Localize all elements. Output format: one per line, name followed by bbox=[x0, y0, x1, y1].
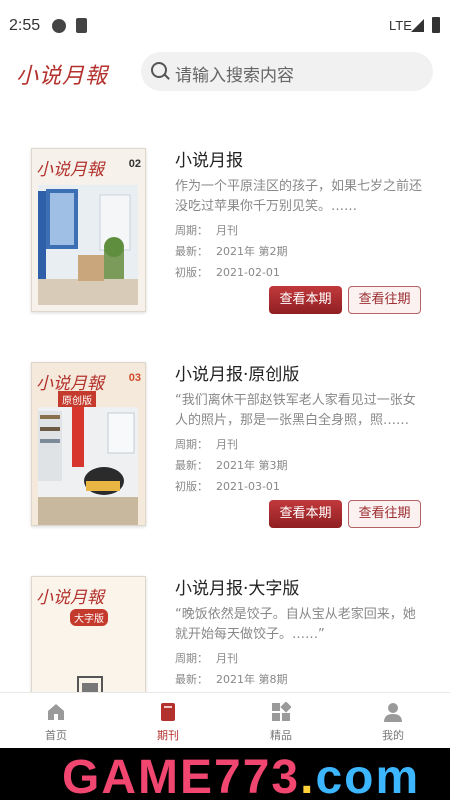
view-past-issues-button[interactable]: 查看往期 bbox=[348, 500, 421, 528]
bottom-tab-bar: 首页 期刊 精品 我的 bbox=[0, 692, 450, 749]
tab-label: 首页 bbox=[45, 729, 67, 742]
tab-label: 期刊 bbox=[157, 729, 179, 742]
magazine-card[interactable]: 小说月報 大字版 小说月报·大字版 “晚饭依然是饺子。自从宝从老家回来，她就开始… bbox=[0, 558, 450, 692]
magazine-list[interactable]: 小说月報 02 小说月报 作为一个平原洼区的孩子，如果七岁之前还没吃过苹果你千万… bbox=[0, 130, 450, 692]
magazine-title[interactable]: 小说月报·原创版 bbox=[175, 360, 299, 385]
tab-home[interactable]: 首页 bbox=[0, 693, 112, 749]
tab-journals[interactable]: 期刊 bbox=[112, 693, 224, 749]
network-type: LTE bbox=[389, 18, 412, 33]
search-bar[interactable]: 请输入搜索内容 bbox=[141, 52, 433, 91]
meta-period: 周期： 月刊 bbox=[175, 224, 238, 237]
magazine-card[interactable]: 小说月報 03 原创版 小说月报·原创版 “我们离休干部赵铁军老人家看见过一张女… bbox=[0, 344, 450, 544]
book-icon bbox=[161, 703, 175, 721]
meta-period: 周期： 月刊 bbox=[175, 652, 238, 665]
tab-label: 精品 bbox=[270, 729, 292, 742]
magazine-cover[interactable]: 小说月報 03 原创版 bbox=[31, 362, 146, 526]
magazine-card[interactable]: 小说月報 02 小说月报 作为一个平原洼区的孩子，如果七岁之前还没吃过苹果你千万… bbox=[0, 130, 450, 330]
cover-illustration bbox=[38, 185, 138, 305]
magazine-excerpt: 作为一个平原洼区的孩子，如果七岁之前还没吃过苹果你千万别见笑。…… bbox=[175, 179, 423, 214]
magazine-excerpt: “晚饭依然是饺子。自从宝从老家回来，她就开始每天做饺子。……” bbox=[175, 607, 416, 642]
sd-card-icon bbox=[76, 18, 87, 33]
cover-title: 小说月報 bbox=[36, 588, 104, 608]
search-input[interactable]: 请输入搜索内容 bbox=[175, 61, 294, 86]
tab-label: 我的 bbox=[382, 729, 404, 742]
cover-illustration bbox=[38, 407, 138, 525]
cover-title: 小说月報 bbox=[36, 160, 104, 180]
status-time: 2:55 bbox=[9, 17, 41, 34]
cover-subtitle: 大字版 bbox=[70, 609, 108, 626]
battery-icon bbox=[432, 17, 440, 33]
tab-mine[interactable]: 我的 bbox=[337, 693, 449, 749]
search-icon bbox=[151, 62, 167, 78]
app-logo: 小说月報 bbox=[16, 64, 109, 89]
status-bar: 2:55 LTE bbox=[0, 0, 450, 52]
view-past-issues-button[interactable]: 查看往期 bbox=[348, 286, 421, 314]
cover-issue: 02 bbox=[128, 158, 141, 170]
watermark-banner: GAME773.com bbox=[0, 748, 450, 800]
signal-icon bbox=[411, 19, 424, 32]
meta-latest: 最新： 2021年 第3期 bbox=[175, 459, 288, 472]
app-notification-icon bbox=[52, 19, 66, 33]
tab-featured[interactable]: 精品 bbox=[225, 693, 337, 749]
meta-latest: 最新： 2021年 第8期 bbox=[175, 673, 288, 686]
user-icon bbox=[384, 703, 402, 722]
view-current-issue-button[interactable]: 查看本期 bbox=[269, 500, 342, 528]
meta-first: 初版： 2021-02-01 bbox=[175, 266, 280, 279]
meta-first: 初版： 2021-03-01 bbox=[175, 480, 280, 493]
magazine-title[interactable]: 小说月报·大字版 bbox=[175, 574, 299, 599]
home-icon bbox=[48, 704, 64, 720]
cover-illustration bbox=[77, 676, 103, 692]
cover-subtitle: 原创版 bbox=[58, 391, 96, 408]
magazine-cover[interactable]: 小说月報 02 bbox=[31, 148, 146, 312]
meta-period: 周期： 月刊 bbox=[175, 438, 238, 451]
app-header: 小说月報 请输入搜索内容 bbox=[0, 52, 450, 100]
magazine-title[interactable]: 小说月报 bbox=[175, 146, 243, 171]
magazine-excerpt: “我们离休干部赵铁军老人家看见过一张女人的照片，那是一张黑白全身照，照…… bbox=[175, 393, 416, 428]
grid-icon bbox=[272, 702, 291, 721]
cover-issue: 03 bbox=[128, 372, 141, 384]
watermark-text: GAME773.com bbox=[62, 751, 421, 800]
magazine-cover[interactable]: 小说月報 大字版 bbox=[31, 576, 146, 692]
view-current-issue-button[interactable]: 查看本期 bbox=[269, 286, 342, 314]
meta-latest: 最新： 2021年 第2期 bbox=[175, 245, 288, 258]
